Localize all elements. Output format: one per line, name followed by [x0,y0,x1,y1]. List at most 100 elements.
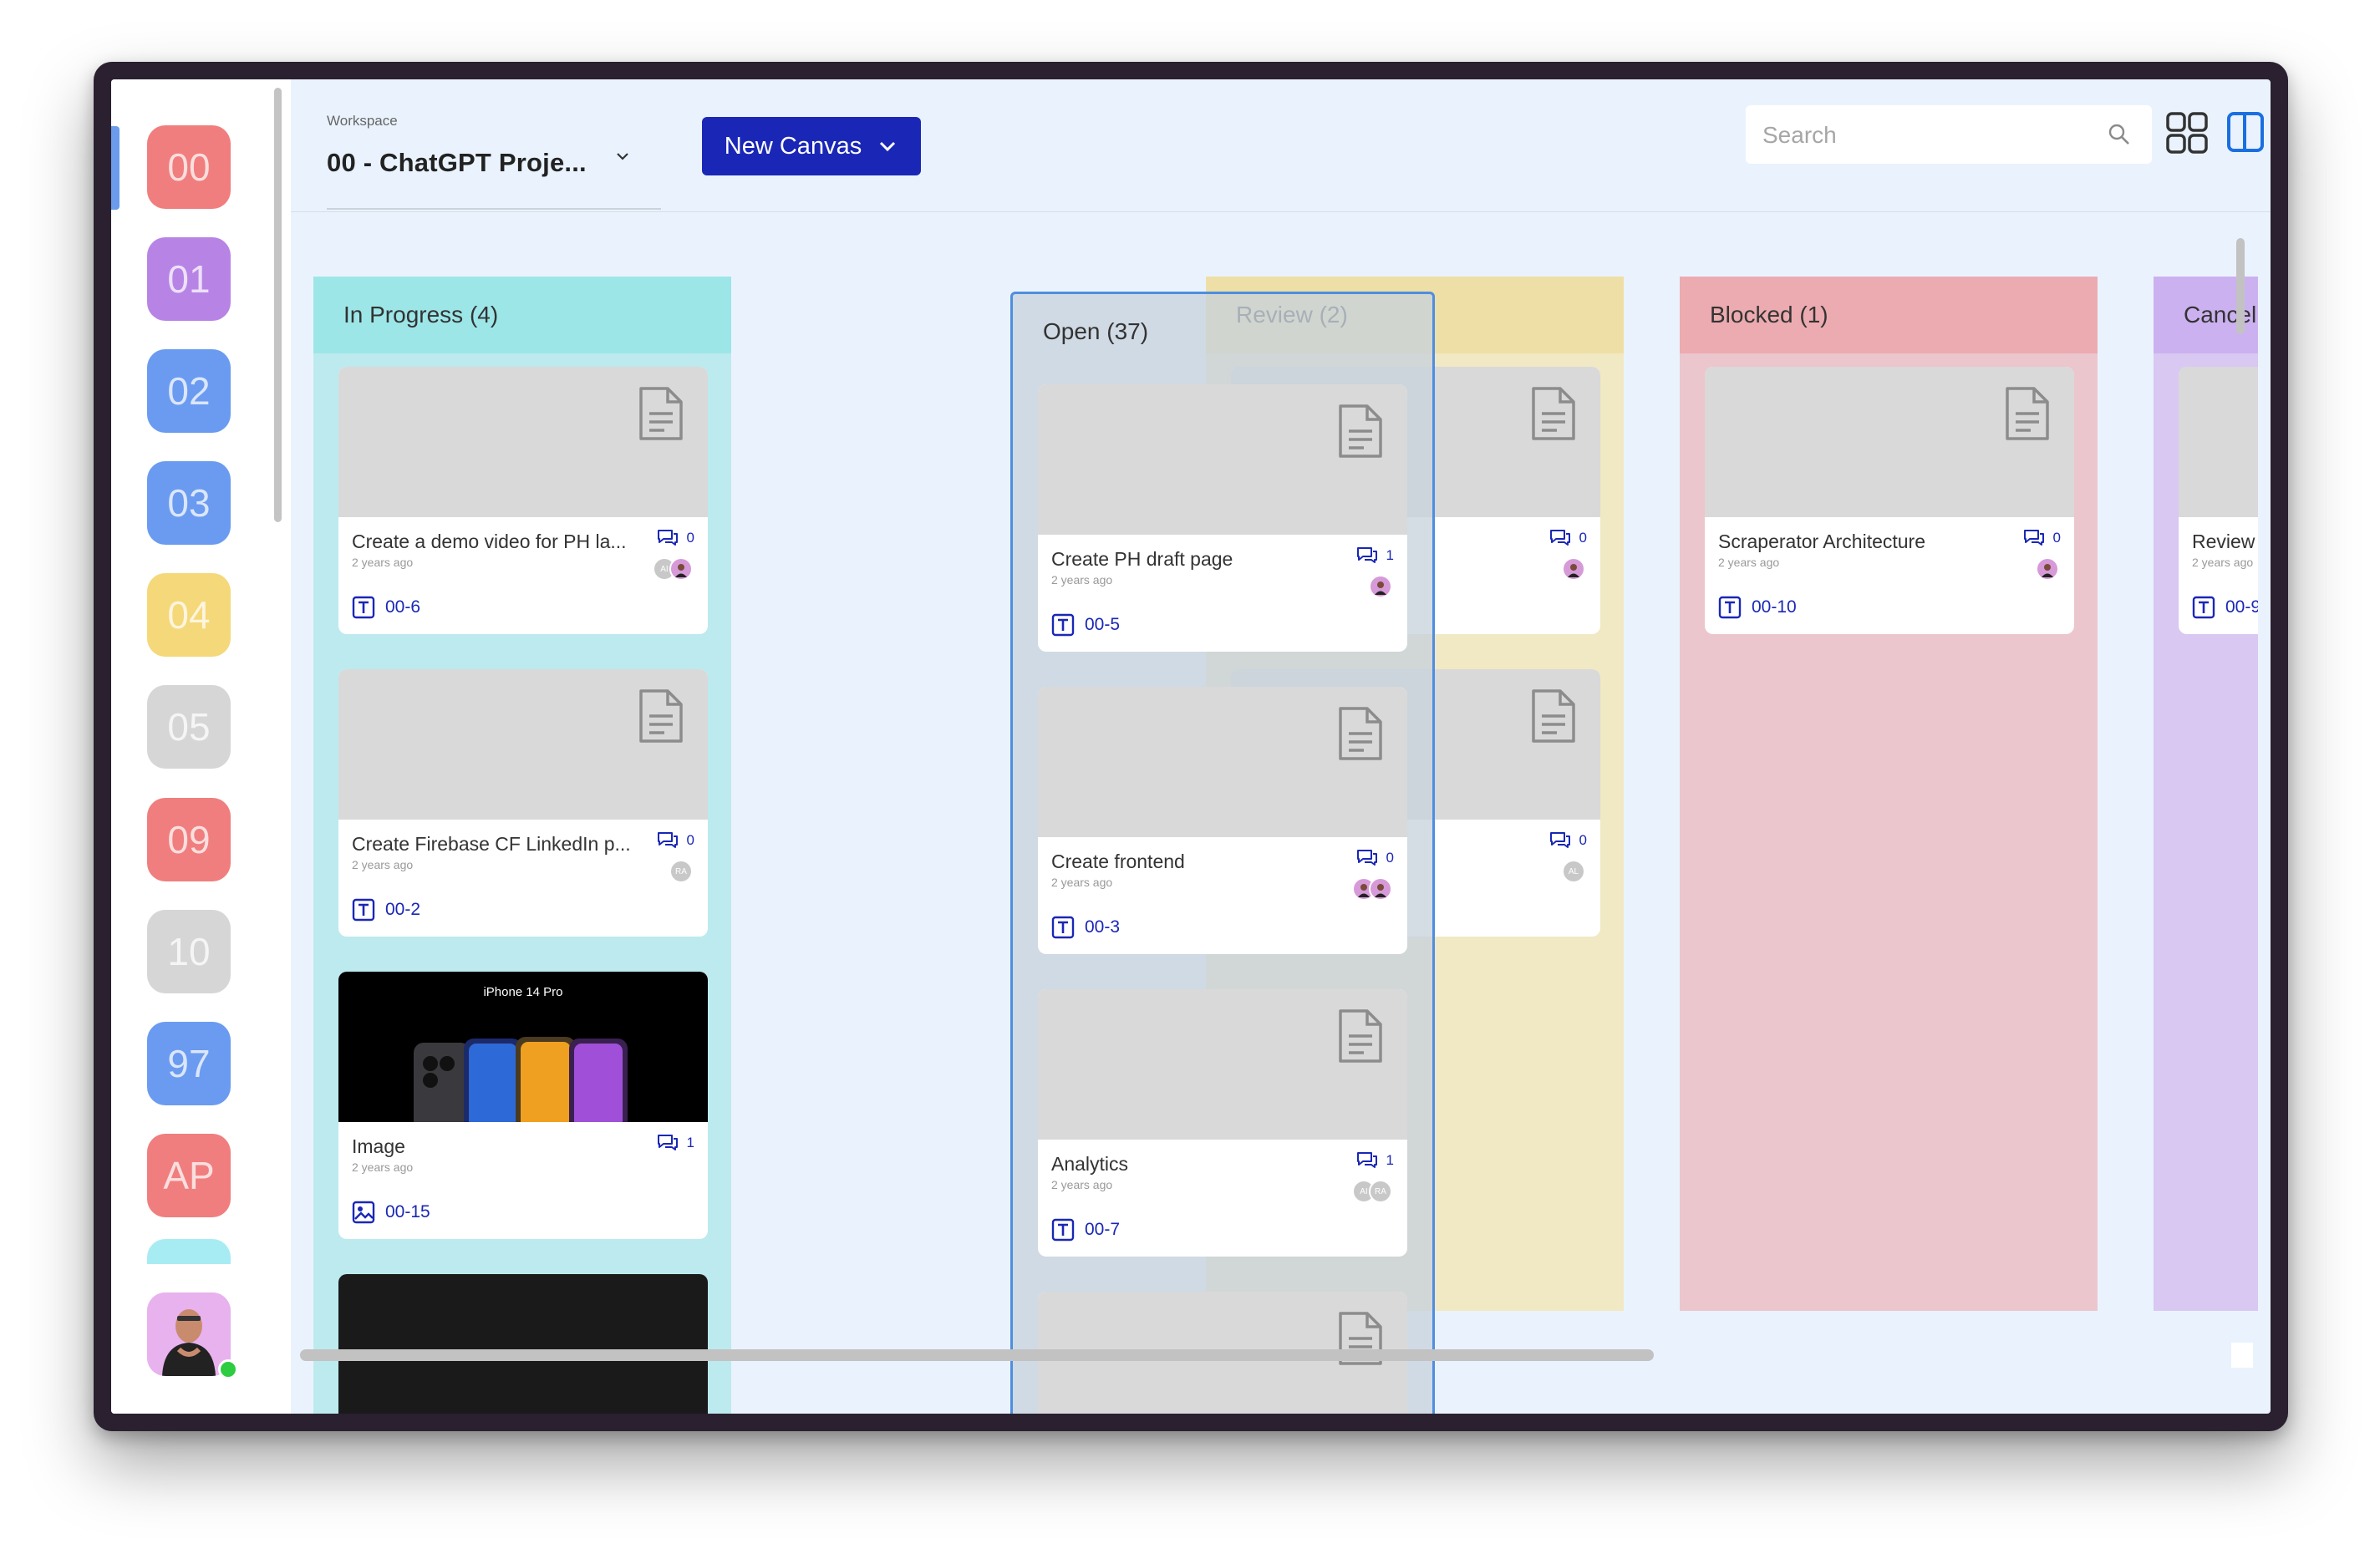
comment-icon [1356,850,1377,866]
card-assignees [1369,575,1392,598]
column-header[interactable]: Open (37) [1013,294,1432,369]
card-thumbnail [338,367,708,517]
comment-count[interactable]: 0 [1549,529,1587,547]
column-cancelled[interactable]: Cancell Review 2 years ago 00-9 [2154,277,2258,1311]
comment-count-value: 0 [686,832,694,848]
card-id[interactable]: 00-9 [2192,596,2258,619]
workspace-button-00[interactable]: 00 [147,125,231,209]
dragging-column-open[interactable]: Open (37) Create PH draft page 2 years ag… [1010,292,1435,1414]
workspace-partial[interactable] [147,1239,231,1264]
card-id[interactable]: 00-7 [1051,1218,1120,1242]
task-card[interactable]: Scraperator Architecture 2 years ago 0 00-1… [1705,367,2074,634]
comment-count[interactable]: 1 [657,1134,694,1152]
scroll-corner [2231,1343,2253,1368]
assignee-avatar[interactable] [1562,557,1585,581]
chevron-down-icon[interactable] [614,148,631,169]
comment-count[interactable]: 0 [1549,831,1587,850]
assignee-initials[interactable]: AL [1562,860,1585,883]
workspace-button-04[interactable]: 04 [147,573,231,657]
comment-icon [1549,530,1570,546]
comment-count[interactable]: 0 [2023,529,2061,547]
workspace-button-ap[interactable]: AP [147,1134,231,1217]
card-title: Analytics [1051,1153,1129,1175]
task-card[interactable]: iPhone 14 Pro Image 2 years ago 1 00-15 [338,972,708,1239]
vertical-scrollbar[interactable] [2236,238,2245,334]
task-card[interactable]: Create a demo video for PH la... 2 years … [338,367,708,634]
card-thumbnail [1038,384,1407,535]
column-title: Cancell [2184,302,2258,328]
card-assignees: AI [653,557,693,581]
grid-view-icon[interactable] [2165,111,2209,155]
workspace-name[interactable]: 00 - ChatGPT Proje... [327,148,587,178]
card-id[interactable]: 00-2 [352,898,420,922]
card-id-value: 00-2 [385,900,421,919]
task-card-partial[interactable] [338,1274,708,1414]
board-view-icon[interactable] [2226,111,2265,153]
online-status-dot [218,1359,238,1379]
column-blocked[interactable]: Blocked (1) Scraperator Architecture 2 yea… [1680,277,2098,1311]
card-thumbnail [1038,687,1407,837]
card-assignees [1562,557,1585,581]
assignee-avatar[interactable] [2036,557,2059,581]
document-icon [1339,404,1382,458]
assignee-avatar[interactable] [1369,575,1392,598]
card-timestamp: 2 years ago [1718,556,1780,569]
card-id[interactable]: 00-15 [352,1201,430,1224]
card-id-value: 00-7 [1085,1220,1121,1239]
comment-count[interactable]: 1 [1356,546,1394,565]
app-screen: 00 01 02 03 04 05 09 10 97 AP Workspace 00 - Chat… [111,79,2271,1414]
card-timestamp: 2 years ago [1051,1178,1113,1191]
task-card[interactable]: Review 2 years ago 00-9 [2179,367,2258,634]
workspace-button-05[interactable]: 05 [147,685,231,769]
task-card[interactable]: Create frontend 2 years ago 0 00-3 [1038,687,1407,954]
workspace-button-10[interactable]: 10 [147,910,231,993]
card-id[interactable]: 00-6 [352,596,420,619]
sidebar-scrollbar[interactable] [274,88,282,522]
card-id[interactable]: 00-3 [1051,916,1120,939]
assignee-avatar[interactable] [1369,877,1392,901]
comment-count[interactable]: 0 [657,831,694,850]
card-id[interactable]: 00-10 [1718,596,1797,619]
comment-count-value: 0 [686,530,694,546]
search-box[interactable] [1746,105,2152,165]
header-divider [291,211,2271,212]
card-title: Create a demo video for PH la... [352,531,627,552]
workspace-button-97[interactable]: 97 [147,1022,231,1105]
column-title: Blocked (1) [1710,302,1828,328]
workspace-button-01[interactable]: 01 [147,237,231,321]
card-timestamp: 2 years ago [352,1160,414,1174]
card-title: Create frontend [1051,851,1185,872]
comment-count[interactable]: 0 [657,529,694,547]
document-icon [1339,707,1382,760]
new-canvas-button[interactable]: New Canvas [702,117,921,175]
column-header[interactable]: Blocked (1) [1680,277,2098,353]
workspace-button-03[interactable]: 03 [147,461,231,545]
text-type-icon [1051,613,1075,637]
task-card[interactable]: Analytics 2 years ago 1 AI RA 00-7 [1038,989,1407,1257]
assignee-initials[interactable]: RA [1369,1180,1392,1203]
card-id[interactable]: 00-5 [1051,613,1120,637]
column-in-progress[interactable]: In Progress (4) Create a demo video for P… [313,277,731,1414]
card-id-value: 00-6 [385,597,421,617]
comment-count-value: 1 [1386,547,1394,563]
column-header[interactable]: In Progress (4) [313,277,731,353]
horizontal-scrollbar[interactable] [300,1349,1654,1361]
workspace-button-09[interactable]: 09 [147,798,231,881]
workspace-button-02[interactable]: 02 [147,349,231,433]
card-timestamp: 2 years ago [352,858,414,871]
card-timestamp: 2 years ago [2192,556,2254,569]
user-avatar[interactable] [147,1292,231,1376]
assignee-initials[interactable]: RA [669,860,693,883]
card-assignees [1352,877,1392,901]
assignee-avatar[interactable] [669,557,693,581]
comment-count[interactable]: 1 [1356,1151,1394,1170]
task-card[interactable]: Create PH draft page 2 years ago 1 00-5 [1038,384,1407,652]
search-input[interactable] [1746,105,2115,165]
workspace-label: Workspace [327,113,398,129]
image-thumbnail: iPhone 14 Pro [338,972,708,1135]
search-icon[interactable] [2107,122,2132,147]
comment-count[interactable]: 0 [1356,849,1394,867]
text-type-icon [1051,1218,1075,1242]
task-card[interactable]: Create Firebase CF LinkedIn p... 2 years … [338,669,708,937]
column-title: In Progress (4) [343,302,499,328]
